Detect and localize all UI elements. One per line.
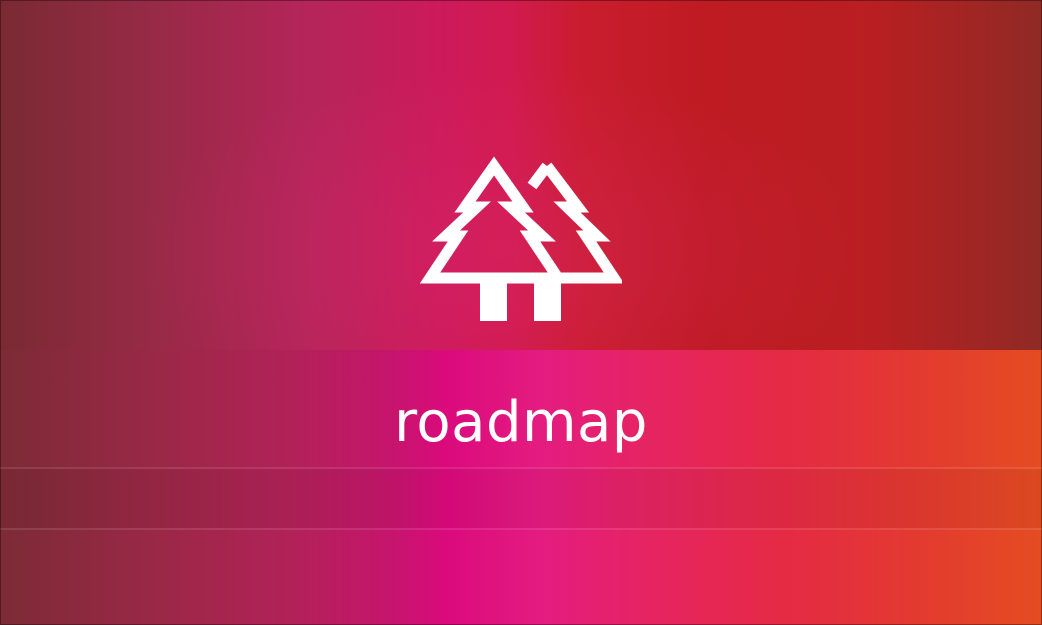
app-title: roadmap: [394, 390, 648, 455]
band-divider: [0, 528, 1042, 530]
back-tree-trunk: [534, 283, 561, 321]
band-stripe: [0, 469, 1042, 528]
front-tree-trunk: [480, 283, 507, 321]
band-divider: [0, 467, 1042, 469]
pine-trees-icon: [420, 156, 622, 321]
splash-screen: roadmap: [0, 0, 1042, 625]
